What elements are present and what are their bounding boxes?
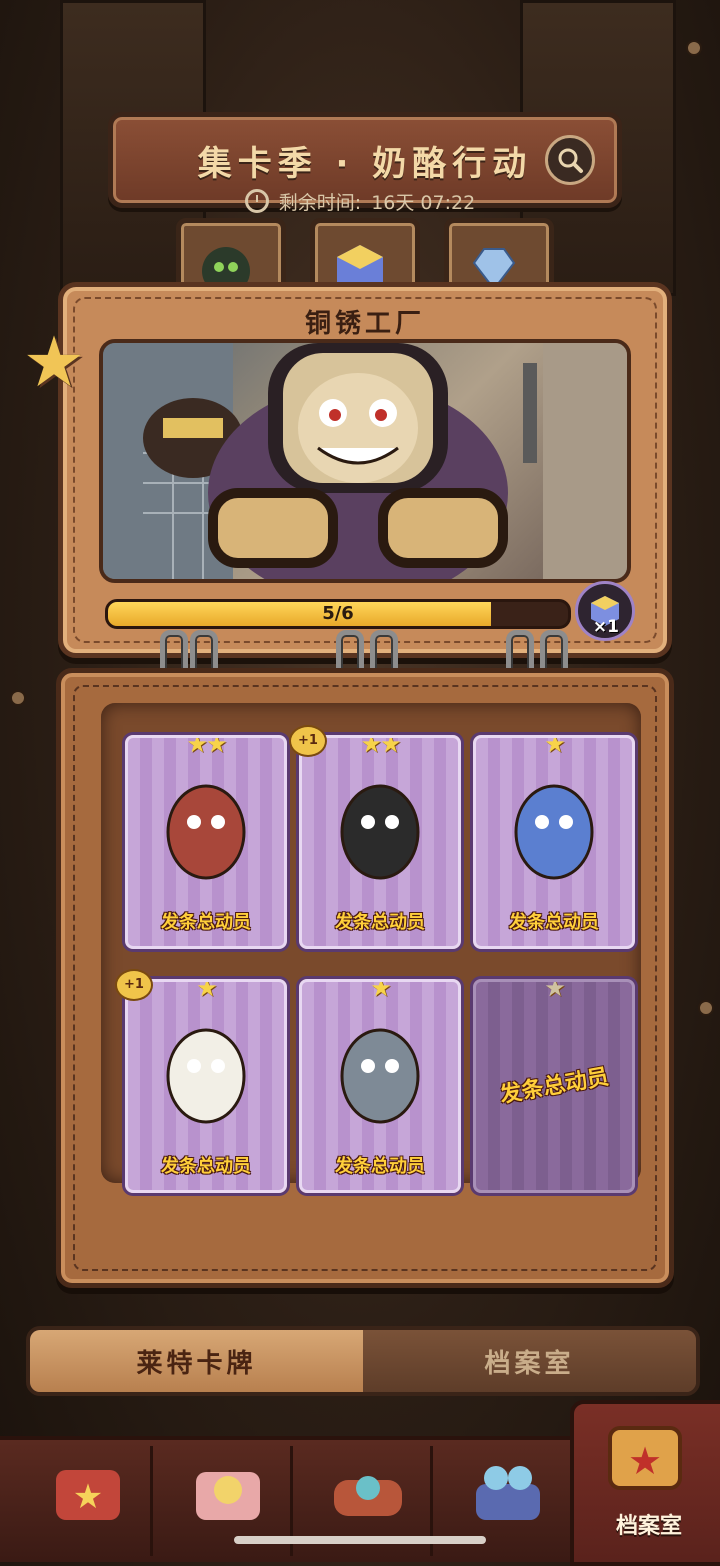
card-stars: ★	[370, 979, 392, 1002]
reward-count: ×1	[592, 617, 619, 637]
timer-row: 剩余时间: 16天 07:22	[0, 186, 720, 216]
tab-bar: 莱特卡牌 档案室	[26, 1326, 700, 1396]
svg-text:★: ★	[628, 1439, 662, 1483]
goggles-icon	[476, 1466, 540, 1520]
collection-progress-bar: 5/6	[105, 599, 571, 629]
svg-text:★: ★	[73, 1477, 103, 1517]
card-stars: ★	[544, 979, 566, 1002]
archive-chest-icon: ★	[608, 1426, 682, 1490]
dock-item-star-box[interactable]: ★	[20, 1446, 153, 1556]
card-character-art	[166, 784, 246, 880]
card-character-art	[340, 1028, 420, 1124]
card-slot[interactable]: ★ 发条总动员	[299, 979, 461, 1193]
rivet	[686, 40, 702, 56]
card-slot[interactable]: ★★ 发条总动员	[125, 735, 287, 949]
dock-item-archive[interactable]: ★ 档案室	[570, 1400, 720, 1566]
tab-archive[interactable]: 档案室	[363, 1330, 696, 1392]
rivet	[698, 1000, 714, 1016]
card-logo: 发条总动员	[509, 912, 599, 933]
search-button[interactable]	[545, 135, 595, 185]
progress-text: 5/6	[322, 603, 354, 624]
album-title: 铜锈工厂	[304, 309, 425, 339]
card-slot[interactable]: ★★ 发条总动员	[299, 735, 461, 949]
card-logo: 发条总动员	[335, 1156, 425, 1177]
card-stars: ★★	[186, 735, 227, 758]
cat-boss-illustration	[103, 343, 627, 579]
card-slot[interactable]: ★ 发条总动员	[473, 735, 635, 949]
dock-archive-label: 档案室	[615, 1514, 682, 1539]
card-character-art	[166, 1028, 246, 1124]
card-stars: ★	[544, 735, 566, 758]
album-illustration	[99, 339, 631, 583]
card-slot[interactable]: ★ 发条总动员	[125, 979, 287, 1193]
album-panel: ★ 铜锈工厂 5/6 ×1	[23, 282, 672, 658]
card-tray: ★★ 发条总动员 ★★ 发条总动员 +1 ★ 发条总动员 ★ 发条总动员 +1 ★ 发条总动员 ★ 发条总…	[101, 703, 641, 1193]
clock-icon	[244, 189, 269, 213]
duplicate-badge: +1	[289, 725, 327, 757]
card-logo: 发条总动员	[161, 912, 251, 933]
duplicate-badge: +1	[115, 969, 153, 1001]
card-book: ★★ 发条总动员 ★★ 发条总动员 +1 ★ 发条总动员 ★ 发条总动员 +1 ★ 发条总动员 ★ 发条总…	[56, 668, 674, 1288]
card-logo: 发条总动员	[498, 1064, 611, 1109]
home-indicator	[234, 1536, 486, 1544]
tab-cards[interactable]: 莱特卡牌	[30, 1330, 363, 1392]
card-character-art	[514, 784, 594, 880]
timer-label: 剩余时间:	[278, 191, 362, 214]
rivet	[10, 690, 26, 706]
card-logo: 发条总动员	[161, 1156, 251, 1177]
dashboard-icon	[334, 1476, 402, 1516]
event-title: 集卡季 · 奶酪行动	[197, 143, 533, 184]
timer-value: 16天 07:22	[371, 191, 476, 214]
magnifier-icon	[558, 148, 583, 173]
card-character-art	[340, 784, 420, 880]
card-slot[interactable]: ★ 发条总动员	[473, 979, 635, 1193]
lunchbox-icon	[196, 1472, 260, 1520]
card-logo: 发条总动员	[335, 912, 425, 933]
star-box-icon: ★	[56, 1470, 120, 1520]
